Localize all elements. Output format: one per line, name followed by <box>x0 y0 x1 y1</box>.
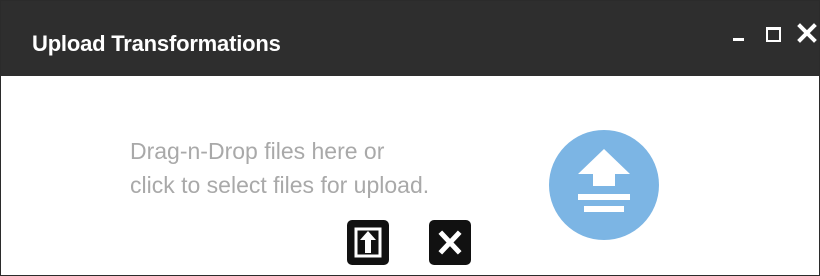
dropzone-hint: Drag-n-Drop files here or click to selec… <box>130 134 550 202</box>
clear-icon <box>429 220 471 265</box>
maximize-button[interactable] <box>764 21 784 45</box>
upload-icon <box>347 220 389 265</box>
dialog-title: Upload Transformations <box>32 31 281 56</box>
file-dropzone[interactable]: Drag-n-Drop files here or click to selec… <box>101 121 701 240</box>
clear-button[interactable] <box>429 220 471 265</box>
minimize-button[interactable] <box>731 21 747 45</box>
close-button[interactable] <box>797 21 819 45</box>
upload-button[interactable] <box>347 220 389 265</box>
maximize-icon <box>766 27 781 42</box>
dialog-body: Drag-n-Drop files here or click to selec… <box>1 76 819 275</box>
close-icon <box>797 23 817 43</box>
dropzone-hint-line-1: Drag-n-Drop files here or <box>130 138 385 164</box>
upload-transformations-dialog: Upload Transformations Drag-n-Drop files… <box>0 0 820 276</box>
dropzone-hint-line-2: click to select files for upload. <box>130 172 430 198</box>
upload-circle-icon <box>549 130 659 240</box>
dialog-titlebar[interactable]: Upload Transformations <box>1 1 819 76</box>
minimize-icon <box>733 38 744 41</box>
